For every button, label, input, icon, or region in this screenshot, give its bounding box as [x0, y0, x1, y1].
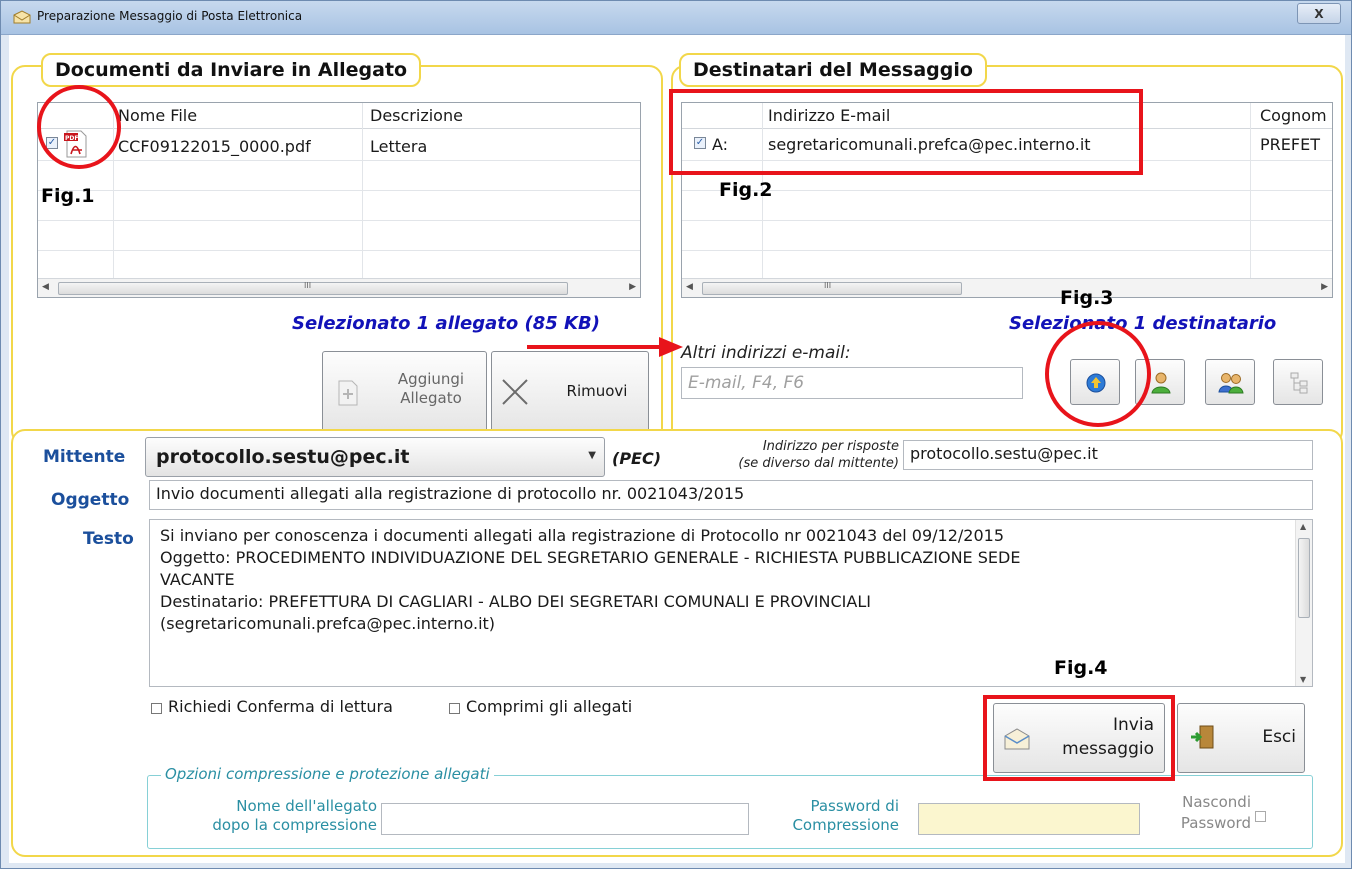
scrollbar-thumb[interactable]	[1298, 538, 1310, 618]
recipient-surname: PREFET	[1260, 135, 1320, 154]
column-header-surname[interactable]: Cognom	[1260, 106, 1332, 125]
hide-password-checkbox[interactable]	[1255, 811, 1266, 822]
body-line: (segretaricomunali.prefca@pec.interno.it…	[160, 614, 496, 633]
compression-password-label-1: Password di	[810, 797, 899, 815]
add-attachment-button[interactable]: Aggiungi Allegato	[322, 351, 487, 433]
body-text: Si inviano per conoscenza i documenti al…	[160, 525, 1290, 635]
fig1-circle	[37, 85, 121, 169]
fig3-circle	[1045, 321, 1151, 427]
attachment-file-name: CCF09122015_0000.pdf	[118, 137, 311, 156]
compress-checkbox[interactable]	[449, 703, 460, 714]
attachments-horizontal-scrollbar[interactable]: ◀ III ▶	[38, 278, 640, 297]
users-icon	[1218, 373, 1244, 394]
row-divider	[682, 190, 1332, 191]
recipients-title: Destinatari del Messaggio	[679, 53, 987, 87]
scrollbar-thumb[interactable]	[702, 282, 962, 295]
reply-label-2: (se diverso dal mittente)	[738, 456, 899, 471]
fig2-label: Fig.2	[719, 179, 773, 201]
add-attachment-label-2: Allegato	[400, 389, 462, 407]
scrollbar-thumb[interactable]	[58, 282, 568, 295]
attachments-grid-header: Nome File Descrizione	[38, 103, 640, 129]
row-divider	[682, 250, 1332, 251]
attachment-description: Lettera	[370, 137, 428, 156]
scroll-grip: III	[304, 281, 312, 290]
compressed-name-label-2: dopo la compressione	[212, 816, 377, 834]
content-area: Documenti da Inviare in Allegato Nome Fi…	[9, 35, 1345, 863]
fig1-label: Fig.1	[41, 185, 95, 207]
chevron-down-icon: ▼	[588, 450, 596, 461]
add-group-button[interactable]	[1205, 359, 1255, 405]
close-button[interactable]: X	[1297, 3, 1341, 24]
remove-x-icon	[502, 379, 528, 405]
attachments-grid[interactable]: Nome File Descrizione ✓ PDF CCF09122015_…	[37, 102, 641, 298]
add-attachment-label-1: Aggiungi	[397, 370, 465, 388]
fig3-label: Fig.3	[1060, 287, 1114, 309]
attachments-title: Documenti da Inviare in Allegato	[41, 53, 422, 87]
body-line: VACANTE	[160, 570, 235, 589]
remove-button[interactable]: Rimuovi	[491, 351, 649, 433]
fig4-label: Fig.4	[1054, 657, 1108, 679]
tree-icon	[1290, 372, 1308, 394]
body-label: Testo	[83, 529, 134, 549]
hide-password-label-1: Nascondi	[1182, 793, 1251, 811]
row-divider	[38, 250, 640, 251]
scroll-right-icon[interactable]: ▶	[629, 282, 636, 292]
sender-label: Mittente	[43, 447, 126, 467]
row-divider	[38, 220, 640, 221]
recipients-status: Selezionato 1 destinatario	[1009, 313, 1277, 334]
compress-label: Comprimi gli allegati	[466, 697, 633, 716]
exit-door-icon	[1191, 725, 1214, 749]
body-line: Destinatario: PREFETTURA DI CAGLIARI - A…	[160, 592, 871, 611]
other-emails-label: Altri indirizzi e-mail:	[681, 343, 851, 363]
column-divider	[362, 103, 363, 280]
subject-input[interactable]: Invio documenti allegati alla registrazi…	[149, 480, 1313, 510]
pec-label: (PEC)	[612, 449, 662, 468]
sender-select[interactable]: protocollo.sestu@pec.it ▼	[145, 437, 605, 477]
sender-selected-value: protocollo.sestu@pec.it	[156, 446, 410, 468]
compression-title: Opzioni compressione e protezione allega…	[161, 765, 494, 783]
annotation-arrow	[527, 337, 683, 357]
compressed-name-input[interactable]	[381, 803, 749, 835]
reply-to-input[interactable]: protocollo.sestu@pec.it	[903, 440, 1313, 470]
address-tree-button[interactable]	[1273, 359, 1323, 405]
scroll-left-icon[interactable]: ◀	[42, 282, 49, 292]
fig2-rectangle	[669, 89, 1143, 175]
row-divider	[38, 190, 640, 191]
read-receipt-checkbox[interactable]	[151, 703, 162, 714]
subject-label: Oggetto	[51, 490, 130, 510]
compression-password-label-2: Compressione	[792, 816, 899, 834]
body-textarea[interactable]: Si inviano per conoscenza i documenti al…	[149, 519, 1313, 687]
body-line: Oggetto: PROCEDIMENTO INDIVIDUAZIONE DEL…	[160, 548, 1021, 567]
exit-label: Esci	[1262, 727, 1296, 747]
column-divider	[1250, 103, 1251, 280]
exit-button[interactable]: Esci	[1177, 703, 1305, 773]
read-receipt-label: Richiedi Conferma di lettura	[168, 697, 393, 716]
envelope-icon	[13, 10, 31, 24]
body-vertical-scrollbar[interactable]: ▲ ▼	[1295, 520, 1312, 686]
row-divider	[38, 160, 640, 161]
scroll-grip: III	[824, 281, 832, 290]
scroll-left-icon[interactable]: ◀	[686, 282, 693, 292]
fig4-rectangle	[983, 695, 1175, 781]
other-emails-input[interactable]: E-mail, F4, F6	[681, 367, 1023, 399]
window-title: Preparazione Messaggio di Posta Elettron…	[37, 9, 303, 23]
scroll-up-icon[interactable]: ▲	[1300, 522, 1306, 531]
attachments-status: Selezionato 1 allegato (85 KB)	[292, 313, 600, 334]
hide-password-label-2: Password	[1180, 814, 1251, 832]
compression-password-input[interactable]	[918, 803, 1140, 835]
reply-label-1: Indirizzo per risposte	[762, 439, 899, 454]
email-window: Preparazione Messaggio di Posta Elettron…	[0, 0, 1352, 869]
user-icon	[1151, 372, 1171, 394]
add-file-icon	[338, 380, 358, 406]
body-line: Si inviano per conoscenza i documenti al…	[160, 526, 1005, 545]
title-bar[interactable]: Preparazione Messaggio di Posta Elettron…	[1, 1, 1351, 35]
recipients-horizontal-scrollbar[interactable]: ◀ III ▶	[682, 278, 1332, 297]
scroll-right-icon[interactable]: ▶	[1321, 282, 1328, 292]
column-header-description[interactable]: Descrizione	[370, 106, 463, 125]
column-header-file[interactable]: Nome File	[118, 106, 197, 125]
compressed-name-label-1: Nome dell'allegato	[236, 797, 377, 815]
row-divider	[682, 220, 1332, 221]
scroll-down-icon[interactable]: ▼	[1300, 675, 1306, 684]
remove-label: Rimuovi	[566, 382, 628, 400]
